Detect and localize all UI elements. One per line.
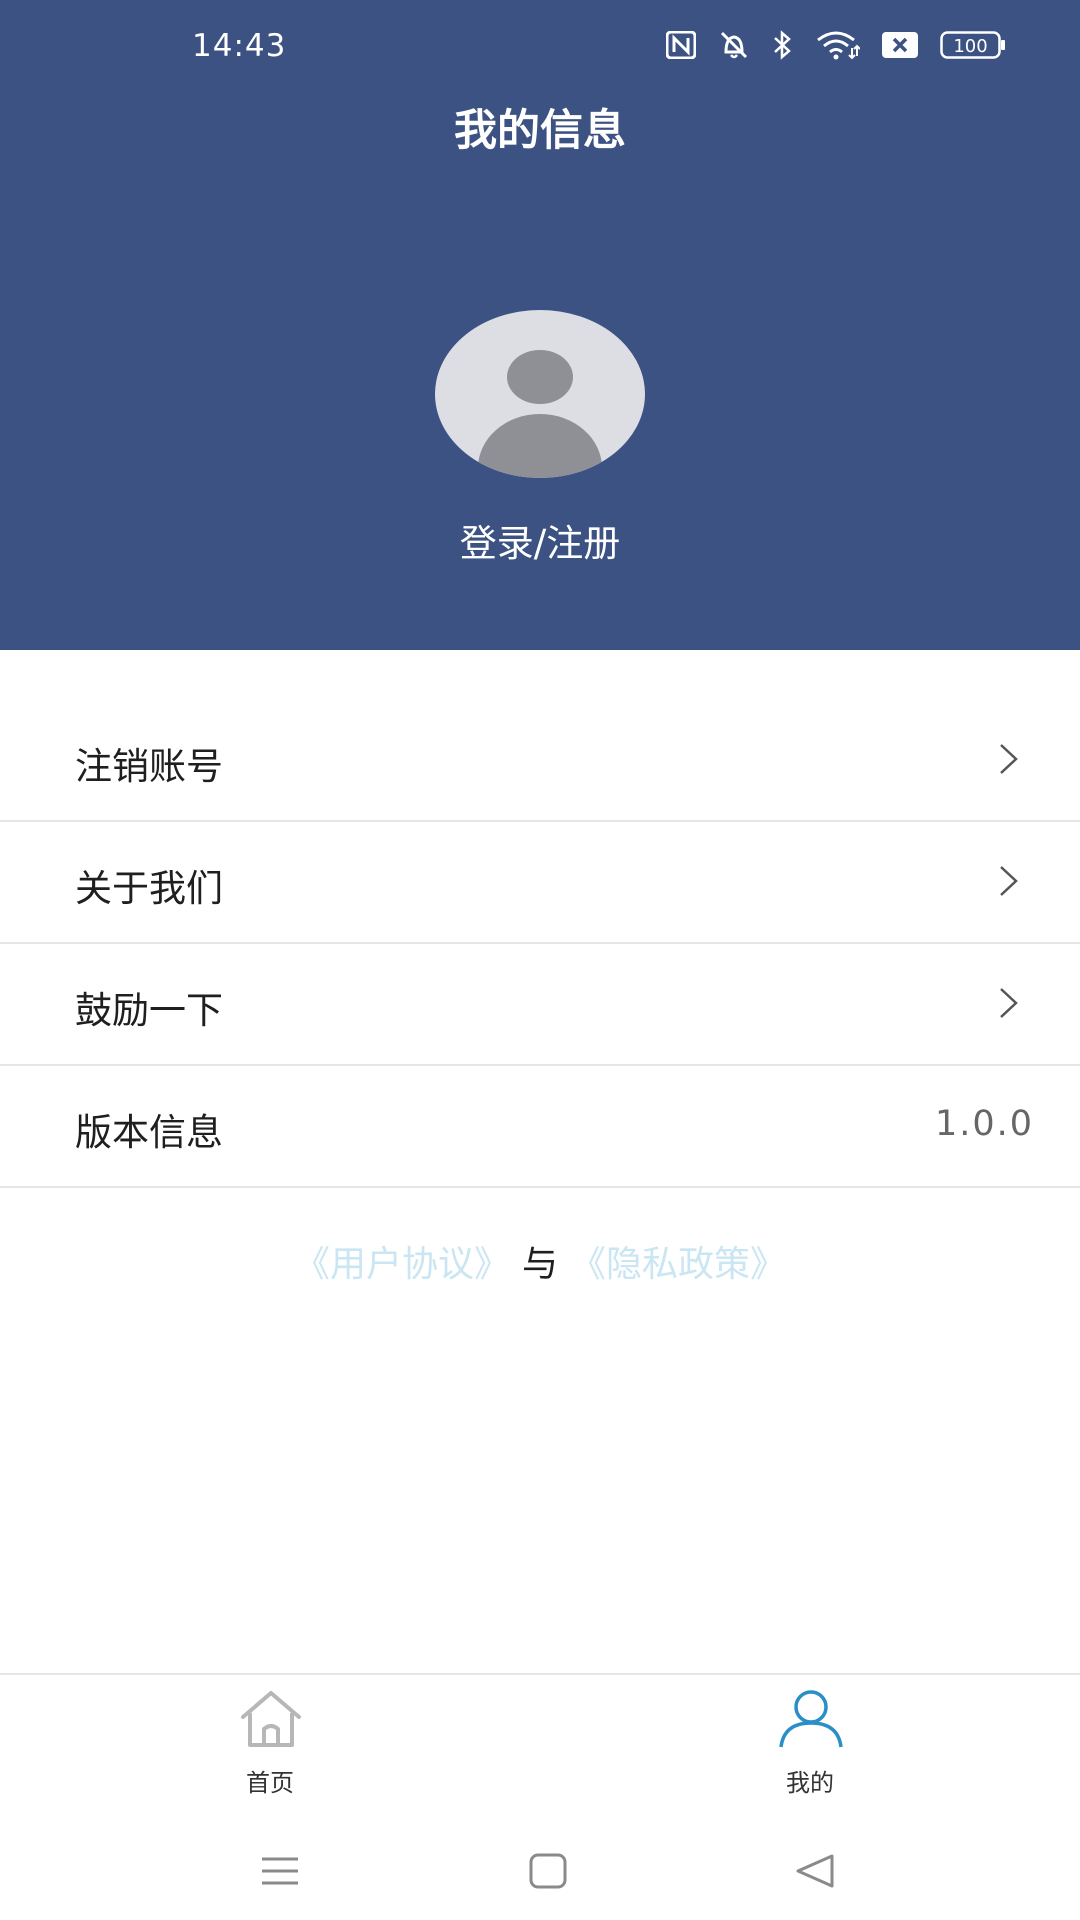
status-icons: 100 (644, 30, 1006, 60)
back-triangle-icon[interactable] (792, 1847, 840, 1895)
agreement-links: 《用户协议》与《隐私政策》 (0, 1235, 1080, 1287)
menu-item-about-us[interactable]: 关于我们 (0, 822, 1080, 944)
home-square-icon[interactable] (524, 1847, 572, 1895)
chevron-right-icon (996, 986, 1022, 1020)
menu-item-label: 鼓励一下 (75, 989, 223, 1032)
chevron-right-icon (996, 864, 1022, 898)
user-avatar-icon[interactable] (435, 310, 645, 478)
person-icon (778, 1689, 844, 1749)
menu-item-label: 关于我们 (75, 867, 223, 910)
battery-icon: 100 (940, 31, 1006, 59)
menu-icon[interactable] (256, 1847, 304, 1895)
home-icon (238, 1689, 304, 1749)
chevron-right-icon (996, 742, 1022, 776)
status-time: 14:43 (192, 28, 287, 64)
tab-label: 我的 (786, 1769, 834, 1797)
bluetooth-icon (772, 30, 794, 60)
menu-item-label: 注销账号 (75, 745, 223, 788)
user-agreement-link[interactable]: 《用户协议》 (294, 1244, 510, 1285)
version-value: 1.0.0 (934, 1104, 1034, 1144)
status-bar: 14:43 100 (0, 0, 1080, 100)
wifi-icon (816, 30, 860, 60)
sim-off-icon (882, 32, 918, 58)
tab-label: 首页 (246, 1769, 294, 1797)
tab-mine[interactable]: 我的 (540, 1675, 1080, 1825)
menu-item-cancel-account[interactable]: 注销账号 (0, 700, 1080, 822)
menu-item-encourage[interactable]: 鼓励一下 (0, 944, 1080, 1066)
login-register-link[interactable]: 登录/注册 (0, 513, 1080, 567)
bottom-tab-bar: 首页 我的 (0, 1673, 1080, 1823)
page-title: 我的信息 (454, 106, 626, 156)
svg-text:100: 100 (953, 36, 987, 57)
menu-item-label: 版本信息 (75, 1111, 223, 1154)
settings-menu: 注销账号 关于我们 鼓励一下 版本信息 1.0.0 (0, 700, 1080, 1188)
system-nav-bar (0, 1823, 1080, 1920)
privacy-policy-link[interactable]: 《隐私政策》 (570, 1244, 786, 1285)
profile-header: 14:43 100 我的信息 登录/注册 (0, 0, 1080, 650)
mute-bell-icon (718, 30, 750, 60)
nfc-icon (666, 31, 696, 59)
menu-item-version-info: 版本信息 1.0.0 (0, 1066, 1080, 1188)
tab-home[interactable]: 首页 (0, 1675, 540, 1825)
agreement-separator: 与 (521, 1244, 558, 1285)
